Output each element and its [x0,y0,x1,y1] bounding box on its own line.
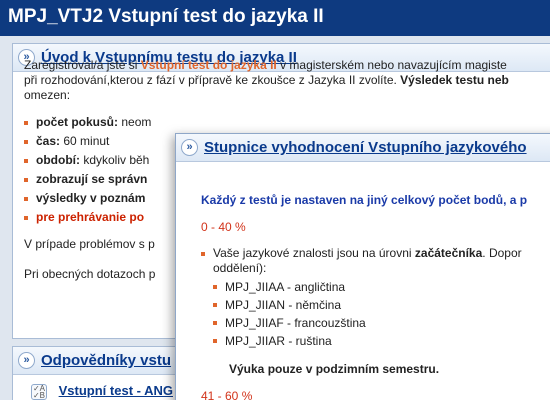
test-name-highlight: Vstupní test do jazyka II [140,58,277,72]
item-label: počet pokusů: [36,115,119,129]
item-label: období: [36,153,80,167]
intro-text: při rozhodování,kterou z fází v přípravě… [24,73,401,87]
item-label: výsledky v poznám [36,191,146,205]
answers-panel-title-link[interactable]: Odpovědníky vstu [41,352,171,369]
intro-paragraph: Zaregistroval/a jste si Vstupní test do … [24,58,550,73]
item-value: neom [118,115,152,129]
subjects-list: MPJ_JIIAA - angličtina MPJ_JIIAN - němči… [213,278,550,350]
page-header: MPJ_VTJ2 Vstupní test do jazyka II [0,0,550,36]
answer-item-link[interactable]: Vstupní test - ANG [59,383,173,398]
level-bold-text: začátečníka [414,246,483,260]
collapse-icon[interactable]: » [181,139,198,156]
quiz-icon: ✓A ✓B [31,384,47,400]
level-text: oddělení): [213,261,267,275]
level-text: Vaše jazykové znalosti jsou na úrovni [213,246,415,260]
item-value: 60 minut [60,134,110,148]
intro-text: v magisterském nebo navazujícím magiste [276,58,507,72]
list-item: MPJ_JIIAN - němčina [213,296,550,314]
result-bold-text: Výsledek testu neb [400,73,509,87]
collapse-icon[interactable]: » [18,352,35,369]
scale-panel-title-link[interactable]: Stupnice vyhodnocení Vstupního jazykovéh… [204,139,527,156]
list-item: počet pokusů: neom [24,113,550,132]
range-label: 0 - 40 % [201,220,246,234]
item-value: kdykoliv běh [79,153,150,167]
item-label: čas: [36,134,61,148]
scale-body: Každý z testů je nastaven na jiný celkov… [201,193,550,400]
range-label: 41 - 60 % [201,389,253,400]
scale-intro-text: Každý z testů je nastaven na jiný celkov… [201,193,528,207]
red-item-text: pre prehrávanie po [36,210,145,224]
level-description: Vaše jazykové znalosti jsou na úrovni za… [201,246,550,276]
intro-text: Zaregistroval/a jste si [24,58,141,72]
answer-item-row: ✓A ✓B Vstupní test - ANG [31,383,173,400]
list-item: MPJ_JIIAA - angličtina [213,278,550,296]
page-title: MPJ_VTJ2 Vstupní test do jazyka II [8,6,324,27]
semester-note: Výuka pouze v podzimním semestru. [229,362,440,376]
list-item: MPJ_JIIAF - francouzština [213,314,550,332]
intro-paragraph: při rozhodování,kterou z fází v přípravě… [24,73,550,88]
intro-text: omezen: [24,88,71,102]
level-text: . Dopor [482,246,522,260]
item-label: zobrazují se správn [36,172,148,186]
list-item: MPJ_JIIAR - ruština [213,332,550,350]
scale-panel-header: » Stupnice vyhodnocení Vstupního jazykov… [176,134,550,162]
